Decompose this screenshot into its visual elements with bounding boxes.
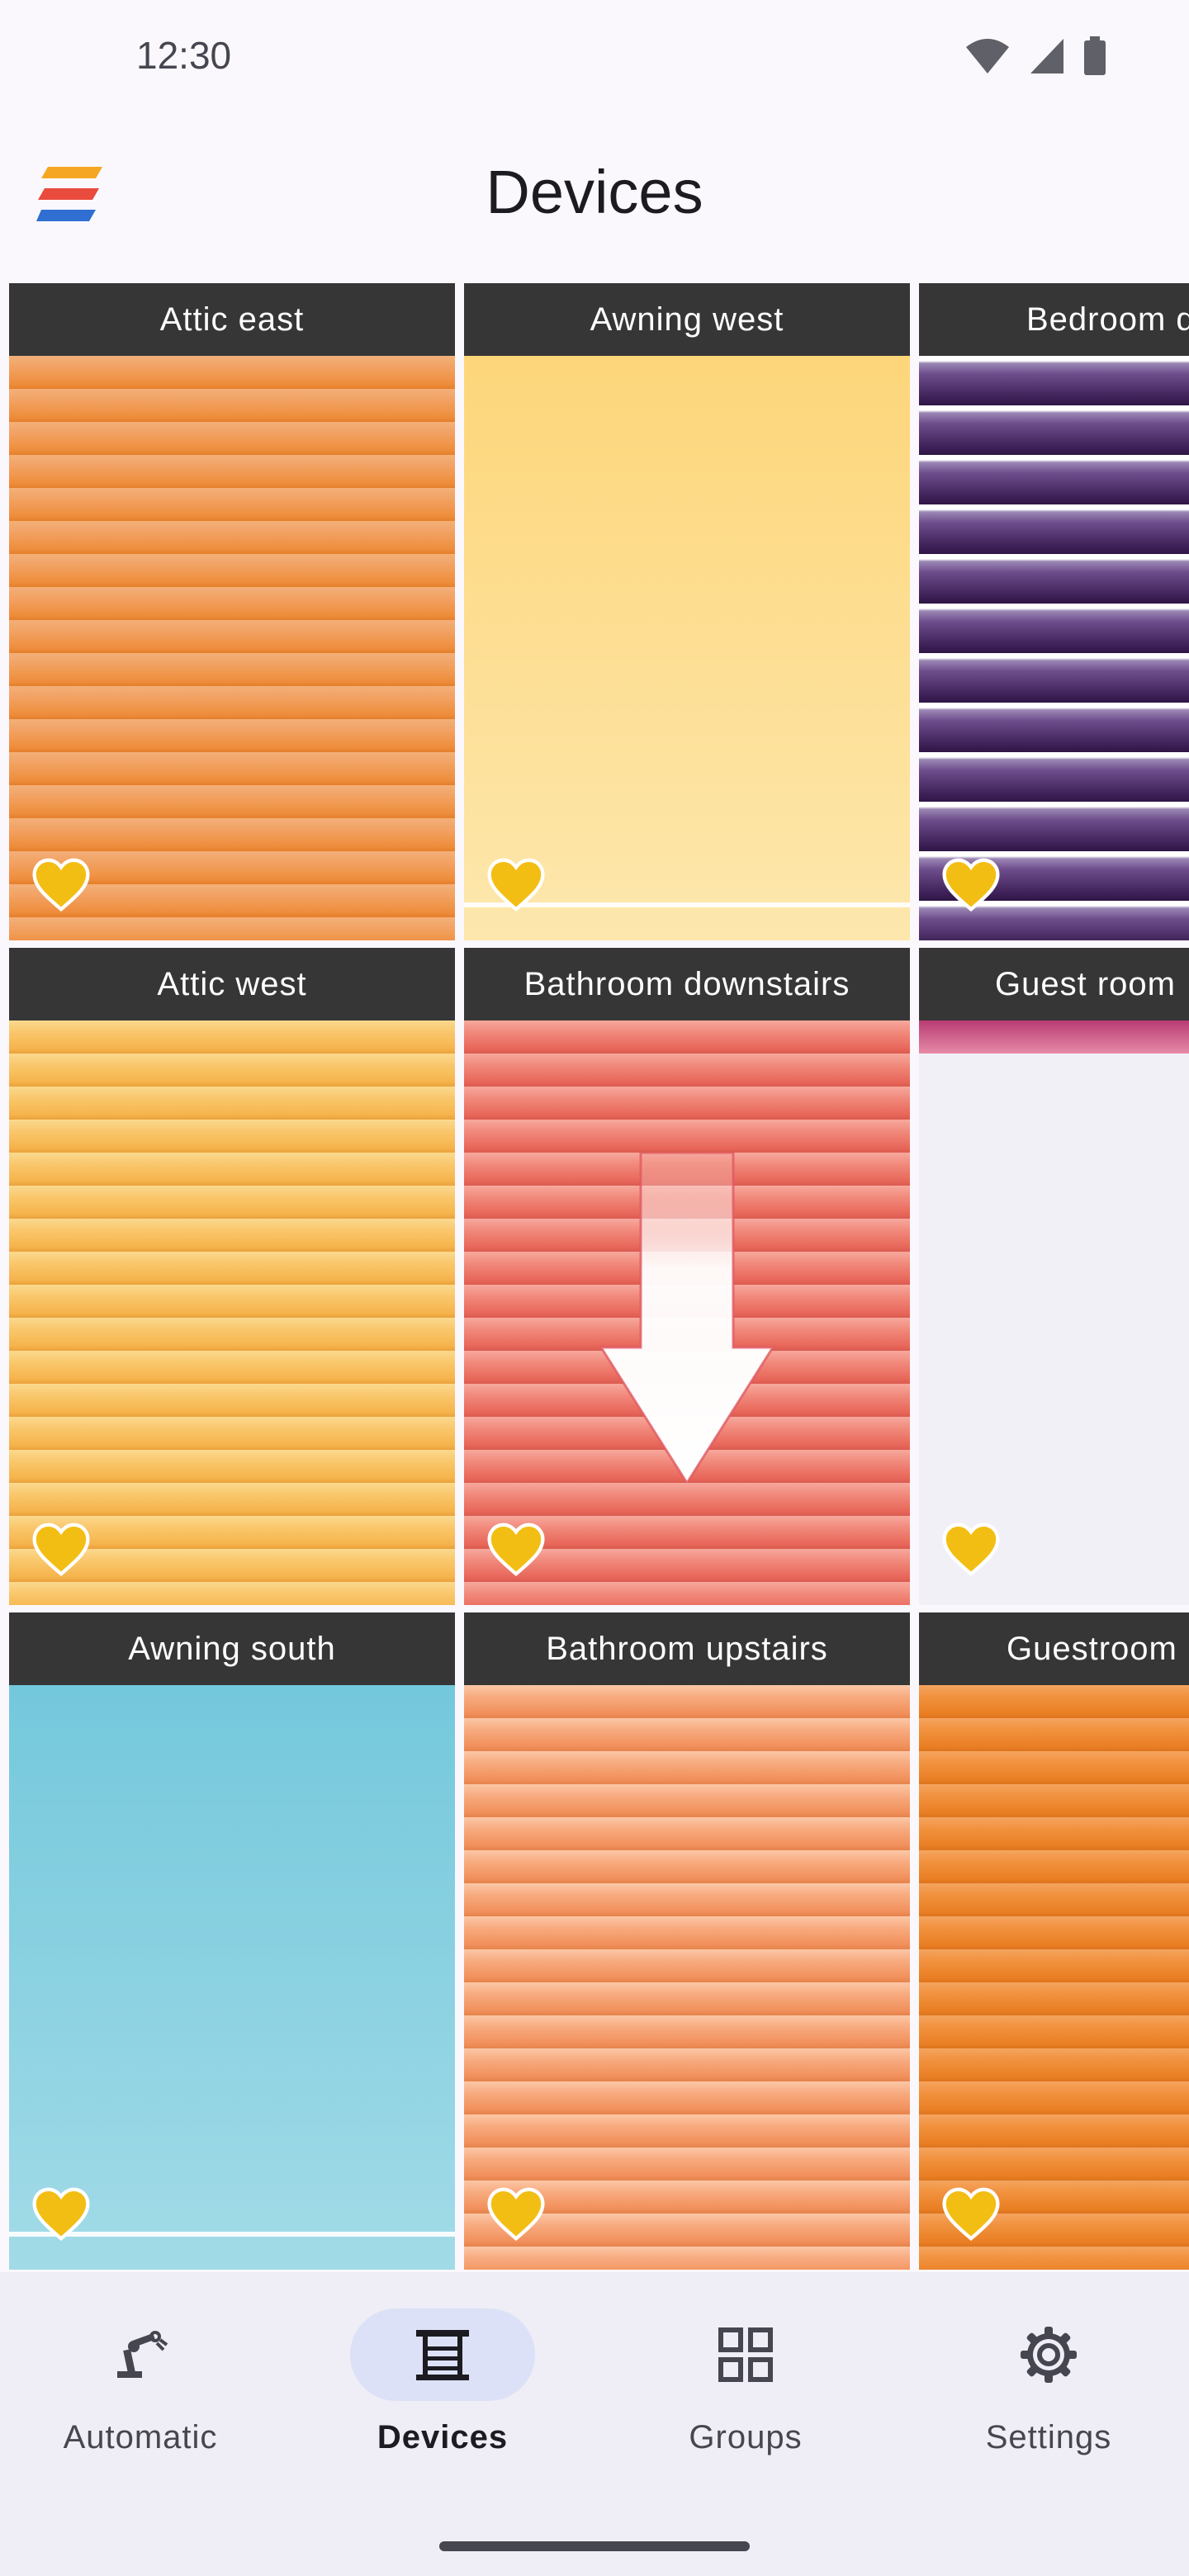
gesture-bar[interactable] [439,2541,750,2551]
awning-visual [464,356,910,940]
page-title: Devices [486,158,703,226]
status-bar: 12:30 [0,0,1189,107]
status-icons [964,36,1106,76]
device-tile[interactable]: Attic west [9,948,455,1605]
status-time: 12:30 [136,34,232,77]
favorite-heart-icon[interactable] [31,2184,92,2245]
device-name: Bedroom d [919,283,1189,356]
device-tile[interactable]: Guestroom [919,1612,1189,2270]
cell-signal-icon [1030,39,1063,73]
robot-arm-icon [117,2331,168,2378]
favorite-heart-icon[interactable] [486,1519,547,1580]
blind-visual [9,1020,455,1605]
favorite-heart-icon[interactable] [940,855,1002,916]
nav-item-automatic[interactable]: Automatic [0,2272,289,2462]
battery-icon [1084,36,1106,75]
app-bar: Devices [0,132,1189,264]
down-arrow-icon [599,1153,775,1483]
bottom-navigation: Automatic Devices Groups Settings [0,2272,1189,2576]
blinds-icon [416,2330,469,2380]
favorite-heart-icon[interactable] [31,855,92,916]
favorite-heart-icon[interactable] [486,855,547,916]
favorite-heart-icon[interactable] [940,1519,1002,1580]
favorite-heart-icon[interactable] [31,1519,92,1580]
device-name: Attic west [9,948,455,1020]
blind-visual [919,356,1189,940]
blind-visual [464,1685,910,2270]
nav-label: Groups [689,2419,803,2455]
blind-visual [919,1020,1189,1605]
awning-visual [9,1685,455,2270]
device-name: Guestroom [919,1612,1189,1685]
wifi-icon [966,39,1009,73]
device-tile[interactable]: Awning west [464,283,910,940]
device-name: Guest room [919,948,1189,1020]
nav-label: Devices [377,2419,509,2455]
grid-icon [718,2327,773,2382]
device-name: Attic east [9,283,455,356]
device-tile[interactable]: Attic east [9,283,455,940]
device-tile[interactable]: Bathroom upstairs [464,1612,910,2270]
device-tile[interactable]: Guest room [919,948,1189,1605]
device-tile[interactable]: Awning south [9,1612,455,2270]
device-name: Bathroom upstairs [464,1612,910,1685]
device-grid[interactable]: Attic east Awning west Bedroom d Attic w… [0,281,1189,2271]
blind-visual [9,356,455,940]
nav-item-devices[interactable]: Devices [294,2272,591,2462]
nav-item-settings[interactable]: Settings [900,2272,1189,2462]
device-name: Bathroom downstairs [464,948,910,1020]
device-tile[interactable]: Bedroom d [919,283,1189,940]
device-name: Awning south [9,1612,455,1685]
blind-visual [919,1685,1189,2270]
favorite-heart-icon[interactable] [486,2184,547,2245]
device-name: Awning west [464,283,910,356]
gear-icon [1021,2327,1077,2383]
nav-label: Settings [985,2419,1112,2455]
blind-visual [464,1020,910,1605]
nav-item-groups[interactable]: Groups [597,2272,894,2462]
nav-label: Automatic [63,2419,218,2455]
favorite-heart-icon[interactable] [940,2184,1002,2245]
device-tile[interactable]: Bathroom downstairs [464,948,910,1605]
